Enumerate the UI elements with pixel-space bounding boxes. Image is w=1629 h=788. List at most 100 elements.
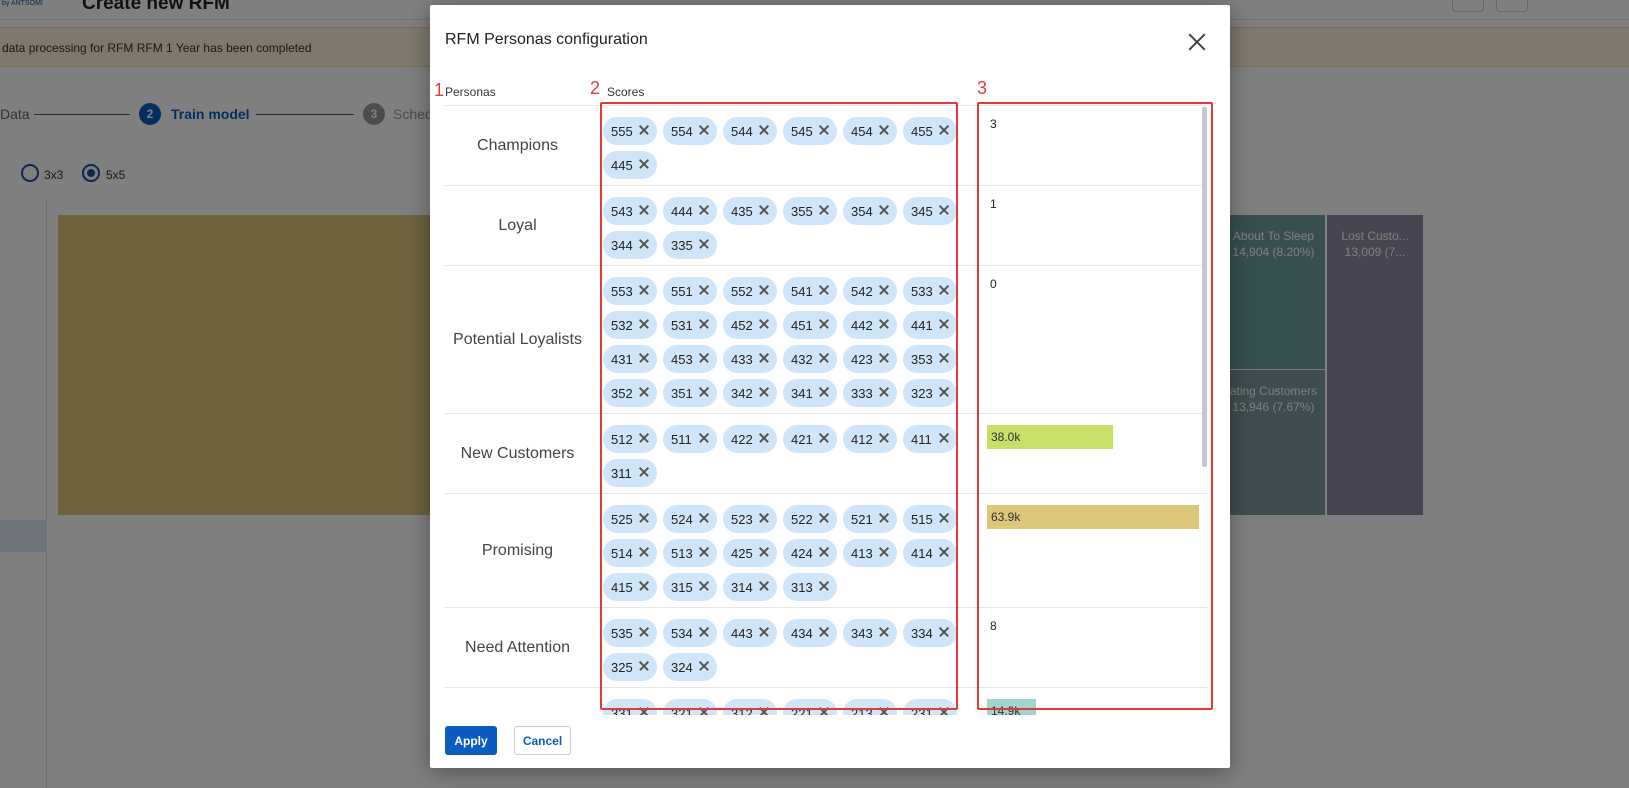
score-chip[interactable]: 413 (843, 539, 897, 567)
score-chip[interactable]: 511 (663, 425, 717, 453)
remove-chip-icon[interactable] (878, 546, 890, 558)
close-icon[interactable] (1182, 27, 1212, 57)
score-chip[interactable]: 542 (843, 277, 897, 305)
score-chip[interactable]: 314 (723, 573, 777, 601)
remove-chip-icon[interactable] (758, 432, 770, 444)
score-chip[interactable]: 311 (603, 459, 657, 487)
remove-chip-icon[interactable] (638, 352, 650, 364)
score-chip[interactable]: 213 (843, 699, 897, 715)
remove-chip-icon[interactable] (938, 546, 950, 558)
score-chip[interactable]: 524 (663, 505, 717, 533)
remove-chip-icon[interactable] (878, 352, 890, 364)
remove-chip-icon[interactable] (758, 386, 770, 398)
remove-chip-icon[interactable] (818, 706, 830, 715)
score-chip[interactable]: 425 (723, 539, 777, 567)
remove-chip-icon[interactable] (938, 386, 950, 398)
score-chip[interactable]: 514 (603, 539, 657, 567)
remove-chip-icon[interactable] (878, 386, 890, 398)
score-chip[interactable]: 312 (723, 699, 777, 715)
score-chip[interactable]: 324 (663, 653, 717, 681)
remove-chip-icon[interactable] (878, 432, 890, 444)
remove-chip-icon[interactable] (638, 158, 650, 170)
score-chip[interactable]: 315 (663, 573, 717, 601)
score-chip[interactable]: 554 (663, 117, 717, 145)
remove-chip-icon[interactable] (758, 546, 770, 558)
remove-chip-icon[interactable] (698, 238, 710, 250)
remove-chip-icon[interactable] (818, 626, 830, 638)
score-chip[interactable]: 352 (603, 379, 657, 407)
remove-chip-icon[interactable] (698, 352, 710, 364)
remove-chip-icon[interactable] (938, 512, 950, 524)
remove-chip-icon[interactable] (938, 204, 950, 216)
score-chip[interactable]: 333 (843, 379, 897, 407)
score-chip[interactable]: 431 (603, 345, 657, 373)
remove-chip-icon[interactable] (878, 626, 890, 638)
remove-chip-icon[interactable] (878, 706, 890, 715)
score-chip[interactable]: 344 (603, 231, 657, 259)
score-chip[interactable]: 553 (603, 277, 657, 305)
remove-chip-icon[interactable] (758, 352, 770, 364)
remove-chip-icon[interactable] (638, 318, 650, 330)
remove-chip-icon[interactable] (638, 626, 650, 638)
remove-chip-icon[interactable] (638, 432, 650, 444)
remove-chip-icon[interactable] (938, 432, 950, 444)
score-chip[interactable]: 445 (603, 151, 657, 179)
remove-chip-icon[interactable] (818, 352, 830, 364)
score-chip[interactable]: 534 (663, 619, 717, 647)
score-chip[interactable]: 543 (603, 197, 657, 225)
score-chip[interactable]: 531 (663, 311, 717, 339)
score-chip[interactable]: 435 (723, 197, 777, 225)
score-chip[interactable]: 533 (903, 277, 957, 305)
apply-button[interactable]: Apply (445, 726, 497, 755)
score-chip[interactable]: 444 (663, 197, 717, 225)
score-chip[interactable]: 345 (903, 197, 957, 225)
score-chip[interactable]: 415 (603, 573, 657, 601)
score-chip[interactable]: 423 (843, 345, 897, 373)
remove-chip-icon[interactable] (638, 706, 650, 715)
cancel-button[interactable]: Cancel (514, 726, 571, 755)
remove-chip-icon[interactable] (698, 432, 710, 444)
score-chip[interactable]: 515 (903, 505, 957, 533)
score-chip[interactable]: 334 (903, 619, 957, 647)
score-chip[interactable]: 453 (663, 345, 717, 373)
score-chip[interactable]: 555 (603, 117, 657, 145)
remove-chip-icon[interactable] (638, 466, 650, 478)
score-chip[interactable]: 323 (903, 379, 957, 407)
remove-chip-icon[interactable] (818, 318, 830, 330)
score-chip[interactable]: 412 (843, 425, 897, 453)
remove-chip-icon[interactable] (758, 284, 770, 296)
score-chip[interactable]: 454 (843, 117, 897, 145)
score-chip[interactable]: 443 (723, 619, 777, 647)
remove-chip-icon[interactable] (698, 124, 710, 136)
remove-chip-icon[interactable] (818, 204, 830, 216)
remove-chip-icon[interactable] (818, 512, 830, 524)
score-chip[interactable]: 422 (723, 425, 777, 453)
remove-chip-icon[interactable] (938, 284, 950, 296)
remove-chip-icon[interactable] (938, 706, 950, 715)
remove-chip-icon[interactable] (638, 238, 650, 250)
remove-chip-icon[interactable] (638, 124, 650, 136)
remove-chip-icon[interactable] (698, 204, 710, 216)
remove-chip-icon[interactable] (638, 660, 650, 672)
score-chip[interactable]: 321 (663, 699, 717, 715)
score-chip[interactable]: 325 (603, 653, 657, 681)
remove-chip-icon[interactable] (698, 546, 710, 558)
remove-chip-icon[interactable] (818, 432, 830, 444)
score-chip[interactable]: 452 (723, 311, 777, 339)
score-chip[interactable]: 442 (843, 311, 897, 339)
remove-chip-icon[interactable] (818, 546, 830, 558)
score-chip[interactable]: 421 (783, 425, 837, 453)
remove-chip-icon[interactable] (758, 124, 770, 136)
score-chip[interactable]: 411 (903, 425, 957, 453)
remove-chip-icon[interactable] (638, 386, 650, 398)
score-chip[interactable]: 512 (603, 425, 657, 453)
remove-chip-icon[interactable] (938, 318, 950, 330)
score-chip[interactable]: 544 (723, 117, 777, 145)
remove-chip-icon[interactable] (638, 204, 650, 216)
remove-chip-icon[interactable] (698, 626, 710, 638)
score-chip[interactable]: 522 (783, 505, 837, 533)
remove-chip-icon[interactable] (818, 284, 830, 296)
score-chip[interactable]: 552 (723, 277, 777, 305)
remove-chip-icon[interactable] (878, 204, 890, 216)
remove-chip-icon[interactable] (818, 580, 830, 592)
